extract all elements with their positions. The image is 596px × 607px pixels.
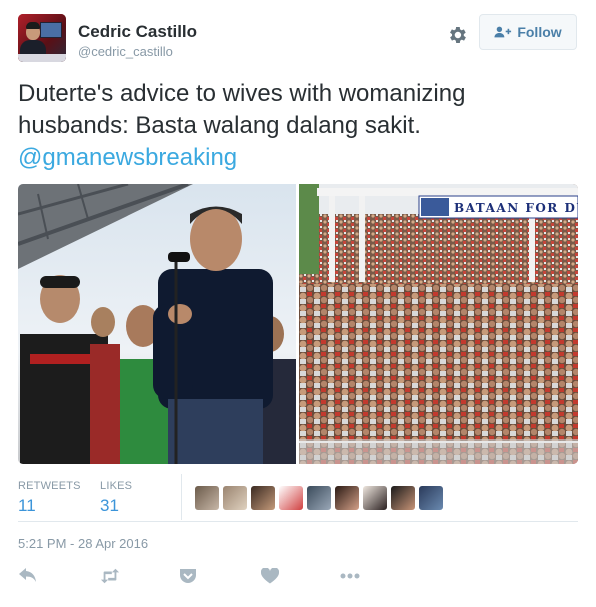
liker-avatar[interactable] xyxy=(251,486,275,510)
tweet-stats: RETWEETS 11 LIKES 31 xyxy=(18,474,578,522)
more-icon[interactable] xyxy=(340,566,360,586)
user-name[interactable]: Cedric Castillo xyxy=(78,22,197,42)
follow-label: Follow xyxy=(517,24,562,40)
tweet-timestamp[interactable]: 5:21 PM - 28 Apr 2016 xyxy=(18,536,148,551)
tweet-body: Duterte's advice to wives with womanizin… xyxy=(18,80,466,139)
tweet-actions xyxy=(18,566,578,588)
reply-icon[interactable] xyxy=(18,566,38,586)
follow-button[interactable]: Follow xyxy=(479,14,577,50)
gear-icon[interactable] xyxy=(446,24,468,46)
likes-stat[interactable]: LIKES 31 xyxy=(100,480,132,516)
liker-avatar[interactable] xyxy=(419,486,443,510)
pocket-icon[interactable] xyxy=(178,566,198,586)
media-grid: BATAAN FOR DU xyxy=(18,184,578,464)
heart-icon[interactable] xyxy=(260,566,280,586)
retweets-label: RETWEETS xyxy=(18,480,81,492)
likes-label: LIKES xyxy=(100,480,133,492)
likes-count: 31 xyxy=(100,496,119,515)
crowd-banner-text: BATAAN FOR DU xyxy=(454,201,578,215)
liker-avatar[interactable] xyxy=(307,486,331,510)
likers-avatars xyxy=(195,486,443,510)
avatar[interactable] xyxy=(18,14,66,62)
liker-avatar[interactable] xyxy=(223,486,247,510)
retweets-count: 11 xyxy=(18,496,36,515)
user-handle[interactable]: @cedric_castillo xyxy=(78,44,173,59)
liker-avatar[interactable] xyxy=(391,486,415,510)
follow-person-icon xyxy=(494,26,512,38)
tweet-text: Duterte's advice to wives with womanizin… xyxy=(18,78,578,174)
liker-avatar[interactable] xyxy=(335,486,359,510)
stats-divider xyxy=(181,474,182,520)
retweet-icon[interactable] xyxy=(100,566,120,586)
photo-speaker[interactable] xyxy=(18,184,296,464)
photo-crowd[interactable]: BATAAN FOR DU xyxy=(299,184,578,464)
liker-avatar[interactable] xyxy=(363,486,387,510)
liker-avatar[interactable] xyxy=(279,486,303,510)
liker-avatar[interactable] xyxy=(195,486,219,510)
tweet-header: Cedric Castillo @cedric_castillo Follow xyxy=(18,14,578,64)
retweets-stat[interactable]: RETWEETS 11 xyxy=(18,480,81,516)
mention-link[interactable]: @gmanewsbreaking xyxy=(18,144,237,171)
